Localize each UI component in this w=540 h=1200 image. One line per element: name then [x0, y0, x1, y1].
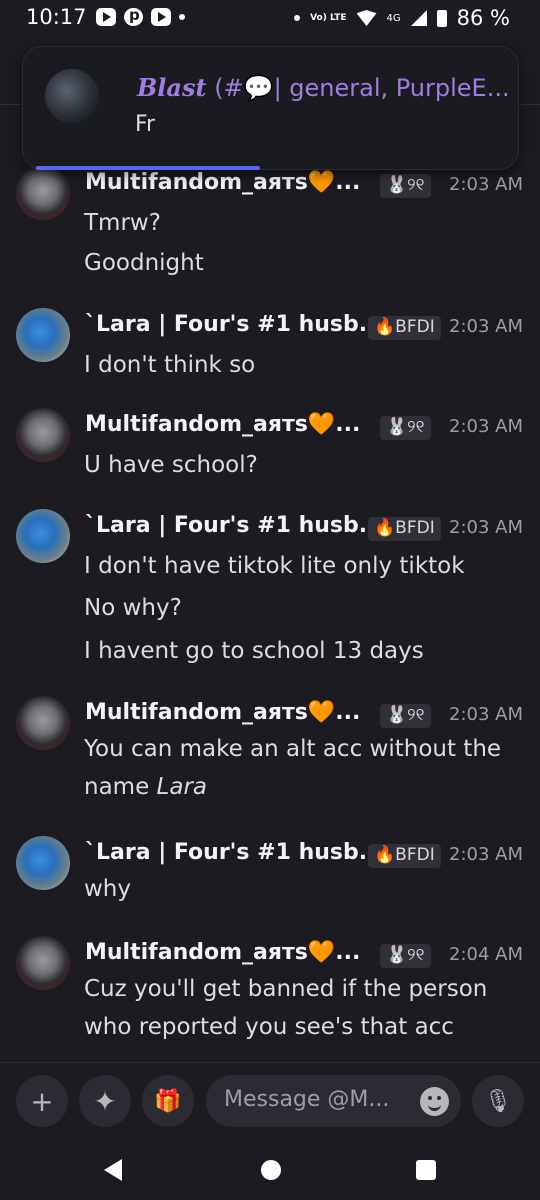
network-type: 4G [386, 12, 401, 24]
message-text: Goodnight [84, 250, 204, 276]
timestamp: 2:03 AM [449, 416, 523, 437]
username[interactable]: `Lara | Four's #1 husb... [85, 840, 384, 865]
timestamp: 2:03 AM [449, 517, 523, 538]
battery-percent: 86 % [456, 6, 510, 30]
username[interactable]: `Lara | Four's #1 husb... [85, 513, 384, 538]
message-text: I don't think so [84, 352, 256, 378]
message-text: I don't have tiktok lite only tiktok [84, 553, 465, 579]
youtube-icon [96, 8, 116, 26]
user-avatar[interactable] [16, 166, 70, 220]
notification-channel-prefix: (# [206, 74, 244, 102]
user-avatar[interactable] [16, 836, 70, 890]
message-text: U have school? [84, 452, 258, 478]
volte-label: Vo) LTE [310, 12, 347, 23]
dot-icon [294, 15, 301, 21]
user-avatar[interactable] [16, 308, 70, 362]
message-text: No why? [84, 595, 182, 621]
system-icons: Vo) LTE 4G 86 % [294, 6, 510, 30]
gift-button[interactable]: 🎁 [142, 1075, 194, 1127]
youtube-icon [151, 8, 171, 26]
microphone-icon: 🎙 [484, 1088, 512, 1114]
user-avatar[interactable] [16, 936, 70, 990]
battery-icon [436, 9, 447, 27]
recents-icon[interactable] [416, 1160, 436, 1180]
system-nav-bar [0, 1142, 540, 1200]
in-app-notification[interactable]: Blast (#💬| general, PurpleE... Fr [22, 46, 519, 170]
username[interactable]: `Lara | Four's #1 husb... [85, 312, 384, 337]
home-icon[interactable] [261, 1160, 281, 1180]
timestamp: 2:03 AM [449, 704, 523, 725]
message-text: I havent go to school 13 days [84, 638, 424, 664]
timestamp: 2:03 AM [449, 174, 523, 195]
message-text: why [84, 876, 131, 902]
notification-title: Blast (#💬| general, PurpleE... [137, 73, 510, 102]
user-tag[interactable]: 🔥BFDI [368, 844, 441, 868]
message-text: who reported you see's that acc [84, 1014, 454, 1040]
username[interactable]: Multifandom_аятs🧡... [85, 700, 360, 725]
user-tag[interactable]: 🐰୨୧ [380, 174, 431, 198]
add-attachment-button[interactable]: + [16, 1075, 68, 1127]
timestamp: 2:04 AM [449, 944, 523, 965]
user-avatar[interactable] [16, 696, 70, 750]
notification-timer-bar [36, 166, 260, 170]
voice-message-button[interactable]: 🎙 [472, 1075, 524, 1127]
username[interactable]: Multifandom_аятs🧡... [85, 170, 360, 195]
more-notifications-icon [179, 14, 185, 20]
message-composer: + ✦ 🎁 Message @M... 🎙 [0, 1062, 540, 1142]
speech-bubble-icon: 💬 [243, 74, 274, 102]
timestamp: 2:03 AM [449, 844, 523, 865]
italic-text: Lara [156, 774, 208, 800]
username[interactable]: Multifandom_аятs🧡... [85, 940, 360, 965]
notification-sender: Blast [137, 73, 207, 102]
message-input[interactable]: Message @M... [206, 1075, 461, 1127]
wifi-icon [356, 10, 377, 26]
sender-avatar [45, 69, 99, 123]
message-text: Cuz you'll get banned if the person [84, 976, 488, 1002]
status-bar: 10:17 Vo) LTE 4G 86 % [0, 0, 540, 38]
notification-channel: | general, PurpleE... [273, 74, 510, 102]
emoji-icon[interactable] [420, 1087, 449, 1116]
back-icon[interactable] [104, 1159, 122, 1181]
user-tag[interactable]: 🔥BFDI [368, 517, 441, 541]
gift-icon: 🎁 [154, 1088, 182, 1114]
message-text: Tmrw? [84, 210, 161, 236]
message-list[interactable]: Multifandom_аятs🧡... 🐰୨୧ 2:03 AM Tmrw? G… [0, 162, 540, 1062]
message-placeholder: Message @M... [224, 1087, 390, 1112]
plus-icon: + [30, 1084, 54, 1118]
pinterest-icon [124, 6, 143, 26]
user-avatar[interactable] [16, 509, 70, 563]
user-tag[interactable]: 🐰୨୧ [380, 944, 431, 968]
user-tag[interactable]: 🐰୨୧ [380, 704, 431, 728]
message-text: name Lara [84, 774, 208, 800]
message-text: You can make an alt acc without the [84, 736, 502, 762]
username[interactable]: Multifandom_аятs🧡... [85, 412, 360, 437]
apps-icon: ✦ [93, 1084, 117, 1118]
user-tag[interactable]: 🐰୨୧ [380, 416, 431, 440]
clock: 10:17 [26, 5, 87, 29]
notification-icons [96, 6, 185, 26]
timestamp: 2:03 AM [449, 316, 523, 337]
signal-icon [410, 10, 427, 26]
apps-button[interactable]: ✦ [79, 1075, 131, 1127]
notification-body: Fr [135, 112, 156, 137]
user-tag[interactable]: 🔥BFDI [368, 316, 441, 340]
user-avatar[interactable] [16, 408, 70, 462]
